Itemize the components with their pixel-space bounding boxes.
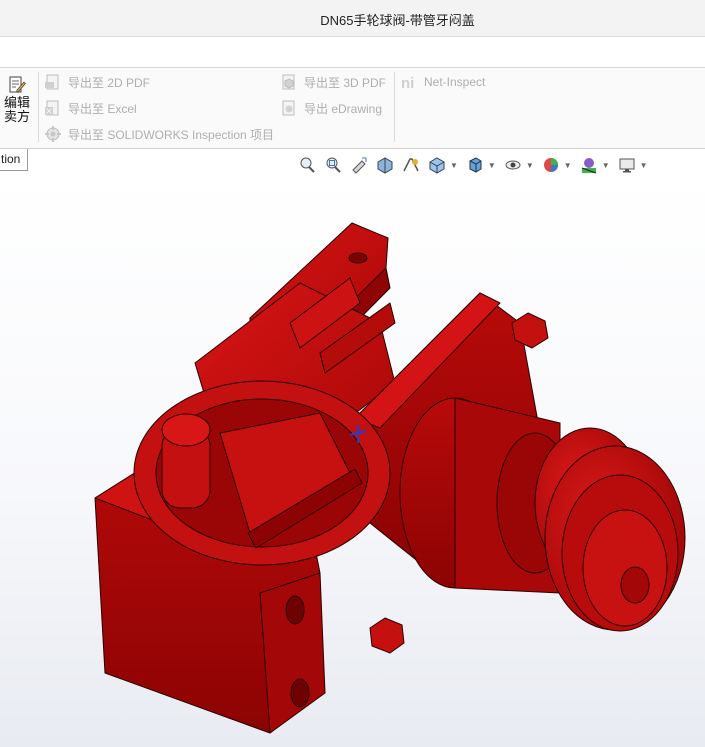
view-settings-icon[interactable] (616, 154, 638, 176)
pdf-export-icon (45, 74, 59, 90)
chevron-down-icon[interactable]: ▼ (564, 161, 572, 170)
title-bar: DN65手轮球阀-带管牙闷盖 (0, 0, 705, 37)
inspection-export-icon (45, 126, 61, 142)
ribbon: 编辑卖方 导出至 2D PDF 导出至 Excel 导出至 SOLIDWORKS… (0, 68, 705, 149)
tab-inspection[interactable]: tion (0, 149, 28, 171)
zoom-to-area-icon[interactable] (322, 154, 344, 176)
tab-inspection-label: tion (1, 152, 21, 166)
edit-icon (9, 76, 26, 93)
ribbon-separator (394, 72, 395, 142)
dynamic-annotation-icon[interactable] (400, 154, 422, 176)
window-title: DN65手轮球阀-带管牙闷盖 (320, 13, 475, 28)
chevron-down-icon[interactable]: ▼ (602, 161, 610, 170)
net-inspect-label: Net-Inspect (424, 75, 486, 89)
valve-3d-model (94, 222, 686, 734)
graphics-viewport[interactable] (0, 173, 705, 747)
ribbon-separator (38, 72, 39, 142)
export-excel-label: 导出至 Excel (68, 101, 137, 116)
edrawing-export-icon (282, 100, 295, 116)
view-orientation-icon[interactable] (426, 154, 448, 176)
svg-text:ni: ni (401, 75, 414, 91)
export-inspection-project-label: 导出至 SOLIDWORKS Inspection 项目 (68, 127, 275, 142)
pdf-3d-export-icon (282, 74, 295, 90)
export-3d-pdf-label: 导出至 3D PDF (304, 75, 387, 90)
chevron-down-icon[interactable]: ▼ (450, 161, 458, 170)
display-style-icon[interactable] (464, 154, 486, 176)
net-inspect-button[interactable]: ni Net-Inspect (400, 72, 485, 92)
chevron-down-icon[interactable]: ▼ (488, 161, 496, 170)
zoom-to-fit-icon[interactable] (296, 154, 318, 176)
edit-supplier-label: 编辑卖方 (3, 95, 30, 124)
command-strip (0, 37, 705, 68)
edit-appearance-icon[interactable] (540, 154, 562, 176)
previous-view-icon[interactable] (348, 154, 370, 176)
section-view-icon[interactable] (374, 154, 396, 176)
chevron-down-icon[interactable]: ▼ (640, 161, 648, 170)
export-excel-button[interactable]: 导出至 Excel (44, 98, 137, 118)
export-3d-pdf-button[interactable]: 导出至 3D PDF (280, 72, 386, 92)
edit-supplier-button[interactable]: 编辑卖方 (0, 76, 34, 136)
excel-export-icon (45, 100, 59, 116)
heads-up-view-toolbar: ▼ ▼ ▼ ▼ ▼ ▼ (296, 152, 654, 178)
apply-scene-icon[interactable] (578, 154, 600, 176)
export-edrawing-label: 导出 eDrawing (304, 101, 383, 116)
net-inspect-icon: ni (401, 75, 414, 91)
hide-show-items-icon[interactable] (502, 154, 524, 176)
export-2d-pdf-button[interactable]: 导出至 2D PDF (44, 72, 150, 92)
export-2d-pdf-label: 导出至 2D PDF (68, 75, 151, 90)
export-inspection-project-button[interactable]: 导出至 SOLIDWORKS Inspection 项目 (44, 124, 274, 144)
export-edrawing-button[interactable]: 导出 eDrawing (280, 98, 382, 118)
chevron-down-icon[interactable]: ▼ (526, 161, 534, 170)
